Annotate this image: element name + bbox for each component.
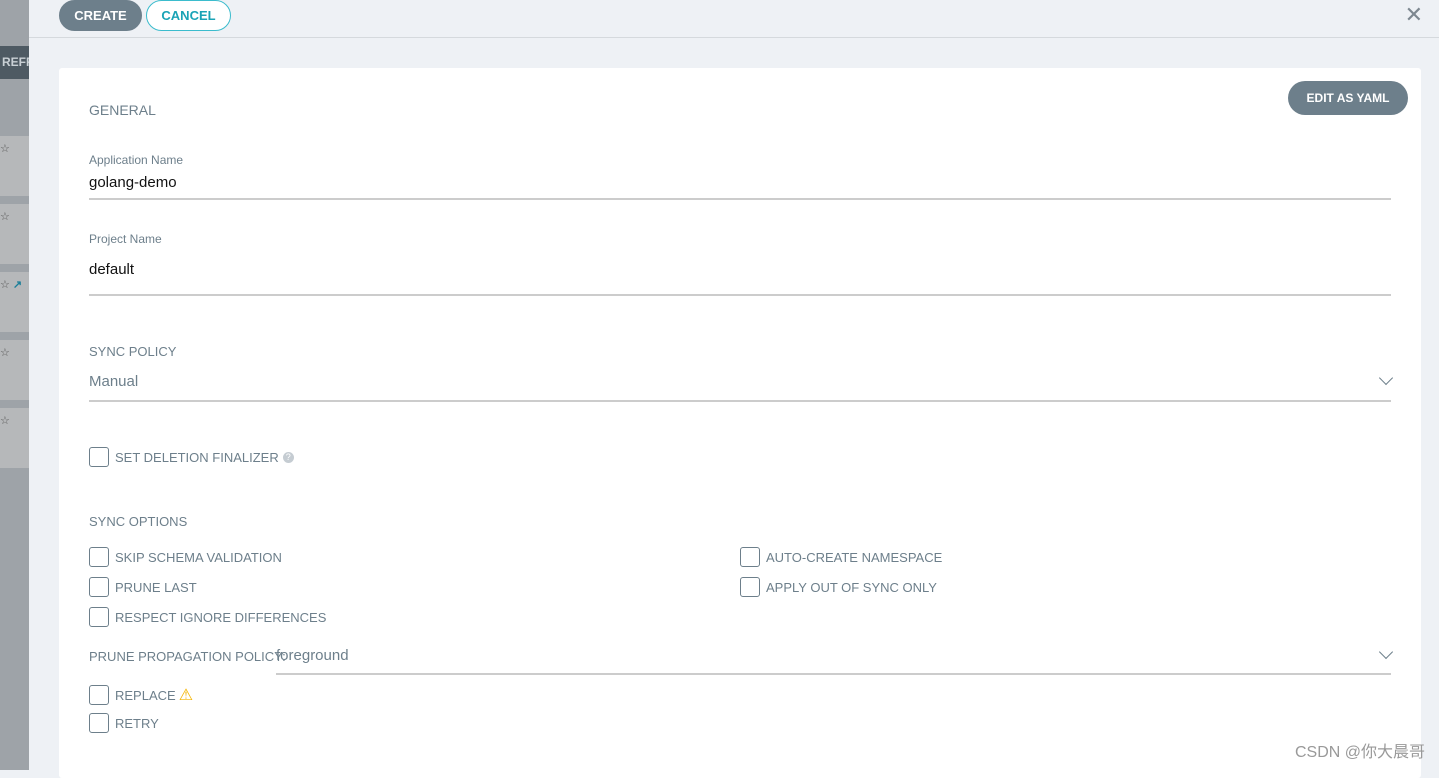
star-icon: ☆ xyxy=(0,347,10,359)
divider xyxy=(89,400,1391,402)
checkbox-box[interactable] xyxy=(89,685,109,705)
prune-policy-select[interactable]: foreground xyxy=(276,647,349,664)
sync-policy-select[interactable]: Manual xyxy=(89,373,138,390)
replace-checkbox[interactable]: REPLACE ⚠ xyxy=(89,685,193,705)
app-tile: ☆ xyxy=(0,340,29,400)
checkbox-box[interactable] xyxy=(740,547,760,567)
checkbox-label: SKIP SCHEMA VALIDATION xyxy=(115,549,282,565)
project-name-input[interactable]: default xyxy=(89,261,134,278)
background-app-list: REFR ☆ ☆ ☆↗ ☆ ☆ xyxy=(0,0,29,770)
checkbox-label: AUTO-CREATE NAMESPACE xyxy=(766,549,943,565)
retry-checkbox[interactable]: RETRY xyxy=(89,713,159,733)
divider xyxy=(89,294,1391,296)
checkbox-label: SET DELETION FINALIZER xyxy=(115,449,279,465)
sync-policy-label: SYNC POLICY xyxy=(89,344,177,359)
project-name-label: Project Name xyxy=(89,232,162,246)
app-tile: ☆ xyxy=(0,136,29,196)
prune-policy-label: PRUNE PROPAGATION POLICY: xyxy=(89,649,286,664)
auto-create-namespace-checkbox[interactable]: AUTO-CREATE NAMESPACE xyxy=(740,547,942,567)
checkbox-label: APPLY OUT OF SYNC ONLY xyxy=(766,579,937,595)
skip-schema-validation-checkbox[interactable]: SKIP SCHEMA VALIDATION xyxy=(89,547,282,567)
checkbox-box[interactable] xyxy=(89,713,109,733)
star-icon: ☆ xyxy=(0,279,10,291)
section-general: GENERAL xyxy=(89,102,156,118)
close-icon[interactable]: ✕ xyxy=(1405,2,1423,28)
star-icon: ☆ xyxy=(0,143,10,155)
checkbox-box[interactable] xyxy=(89,577,109,597)
external-link-icon: ↗ xyxy=(12,279,23,291)
app-tile: ☆ xyxy=(0,204,29,264)
chevron-down-icon[interactable] xyxy=(1378,644,1394,660)
checkbox-label: REPLACE xyxy=(115,687,176,703)
app-name-input[interactable]: golang-demo xyxy=(89,174,177,191)
star-icon: ☆ xyxy=(0,415,10,427)
checkbox-box[interactable] xyxy=(89,447,109,467)
checkbox-box[interactable] xyxy=(89,547,109,567)
prune-last-checkbox[interactable]: PRUNE LAST xyxy=(89,577,197,597)
create-button[interactable]: CREATE xyxy=(59,0,142,31)
checkbox-box[interactable] xyxy=(89,607,109,627)
app-tile: ☆ ↗ xyxy=(0,272,29,332)
cancel-button[interactable]: CANCEL xyxy=(146,0,231,31)
section-sync-options: SYNC OPTIONS xyxy=(89,514,188,529)
checkbox-label: PRUNE LAST xyxy=(115,579,197,595)
edit-as-yaml-button[interactable]: EDIT AS YAML xyxy=(1288,81,1408,115)
checkbox-box[interactable] xyxy=(740,577,760,597)
star-icon: ☆ xyxy=(0,211,10,223)
apply-out-of-sync-only-checkbox[interactable]: APPLY OUT OF SYNC ONLY xyxy=(740,577,937,597)
checkbox-label: RESPECT IGNORE DIFFERENCES xyxy=(115,609,327,625)
app-tile: ☆ xyxy=(0,408,29,468)
deletion-finalizer-checkbox[interactable]: SET DELETION FINALIZER? xyxy=(89,447,294,467)
app-name-label: Application Name xyxy=(89,153,184,167)
form-card: EDIT AS YAML GENERAL Application Name go… xyxy=(59,68,1421,778)
divider xyxy=(89,198,1391,200)
chevron-down-icon[interactable] xyxy=(1378,370,1394,386)
respect-ignore-differences-checkbox[interactable]: RESPECT IGNORE DIFFERENCES xyxy=(89,607,326,627)
checkbox-label: RETRY xyxy=(115,715,159,731)
help-icon[interactable]: ? xyxy=(282,451,294,463)
divider xyxy=(276,673,1391,675)
toolbar: CREATE CANCEL ✕ xyxy=(29,0,1439,38)
watermark: CSDN @你大晨哥 xyxy=(1294,744,1425,761)
warning-icon: ⚠ xyxy=(178,687,194,704)
refresh-button: REFR xyxy=(0,46,29,79)
create-app-panel: CREATE CANCEL ✕ EDIT AS YAML GENERAL App… xyxy=(29,0,1439,778)
